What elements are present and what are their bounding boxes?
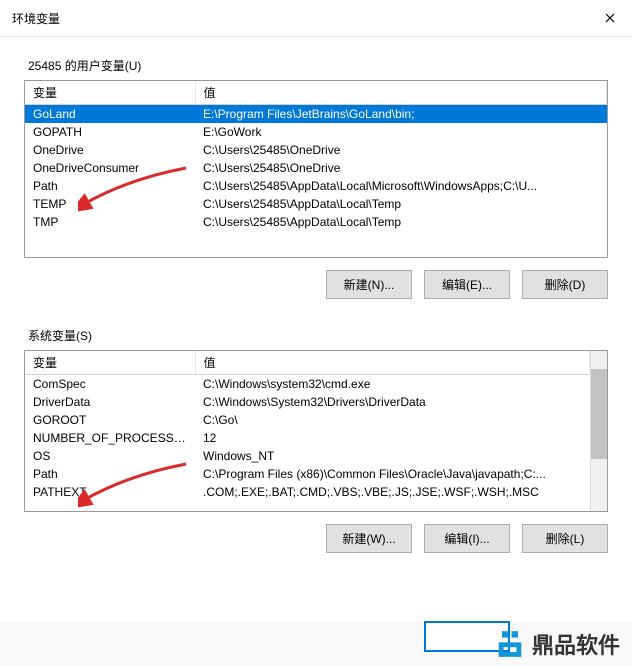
cell-val: C:\Windows\System32\Drivers\DriverData	[195, 393, 590, 411]
close-icon	[605, 13, 615, 23]
user-vars-buttons: 新建(N)... 编辑(E)... 删除(D)	[24, 270, 608, 299]
close-button[interactable]	[598, 6, 622, 30]
sys-vars-table[interactable]: 变量 值 ComSpecC:\Windows\system32\cmd.exeD…	[25, 351, 590, 501]
user-delete-button[interactable]: 删除(D)	[522, 270, 608, 299]
table-row[interactable]: ComSpecC:\Windows\system32\cmd.exe	[25, 375, 590, 394]
cell-var: TEMP	[25, 195, 195, 213]
cell-var: OS	[25, 447, 195, 465]
cell-val: E:\GoWork	[195, 123, 607, 141]
sys-vars-table-box: 变量 值 ComSpecC:\Windows\system32\cmd.exeD…	[24, 350, 608, 512]
user-edit-button[interactable]: 编辑(E)...	[424, 270, 510, 299]
user-header-val[interactable]: 值	[195, 81, 607, 105]
cell-val: C:\Users\25485\AppData\Local\Temp	[195, 195, 607, 213]
window-title: 环境变量	[12, 10, 60, 27]
cell-var: GOROOT	[25, 411, 195, 429]
cell-val: C:\Windows\system32\cmd.exe	[195, 375, 590, 394]
cell-var: OneDrive	[25, 141, 195, 159]
cell-var: OneDriveConsumer	[25, 159, 195, 177]
table-row[interactable]: DriverDataC:\Windows\System32\Drivers\Dr…	[25, 393, 590, 411]
cell-val: C:\Users\25485\OneDrive	[195, 141, 607, 159]
user-header-var[interactable]: 变量	[25, 81, 195, 105]
user-vars-table-box: 变量 值 GoLandE:\Program Files\JetBrains\Go…	[24, 80, 608, 258]
table-row[interactable]: PathC:\Users\25485\AppData\Local\Microso…	[25, 177, 607, 195]
table-row[interactable]: PATHEXT.COM;.EXE;.BAT;.CMD;.VBS;.VBE;.JS…	[25, 483, 590, 501]
table-row[interactable]: TEMPC:\Users\25485\AppData\Local\Temp	[25, 195, 607, 213]
table-row[interactable]: PathC:\Program Files (x86)\Common Files\…	[25, 465, 590, 483]
user-vars-table[interactable]: 变量 值 GoLandE:\Program Files\JetBrains\Go…	[25, 81, 607, 231]
sys-new-button[interactable]: 新建(W)...	[326, 524, 412, 553]
cell-val: C:\Go\	[195, 411, 590, 429]
table-row[interactable]: OSWindows_NT	[25, 447, 590, 465]
watermark-logo-icon	[494, 628, 526, 660]
cell-var: TMP	[25, 213, 195, 231]
cell-val: C:\Program Files (x86)\Common Files\Orac…	[195, 465, 590, 483]
sys-delete-button[interactable]: 删除(L)	[522, 524, 608, 553]
sys-vars-buttons: 新建(W)... 编辑(I)... 删除(L)	[24, 524, 608, 553]
cell-var: Path	[25, 177, 195, 195]
cell-val: C:\Users\25485\AppData\Local\Microsoft\W…	[195, 177, 607, 195]
table-row[interactable]: NUMBER_OF_PROCESSORS12	[25, 429, 590, 447]
cell-val: C:\Users\25485\OneDrive	[195, 159, 607, 177]
table-row[interactable]: GOROOTC:\Go\	[25, 411, 590, 429]
cell-var: DriverData	[25, 393, 195, 411]
sys-header-var[interactable]: 变量	[25, 351, 195, 375]
cell-val: C:\Users\25485\AppData\Local\Temp	[195, 213, 607, 231]
user-new-button[interactable]: 新建(N)...	[326, 270, 412, 299]
cell-var: PATHEXT	[25, 483, 195, 501]
sys-vars-label: 系统变量(S)	[24, 327, 608, 344]
cell-val: 12	[195, 429, 590, 447]
cell-val: E:\Program Files\JetBrains\GoLand\bin;	[195, 105, 607, 124]
dialog-content: 25485 的用户变量(U) 变量 值 GoLandE:\Program Fil…	[0, 37, 632, 573]
cell-var: ComSpec	[25, 375, 195, 394]
cell-var: Path	[25, 465, 195, 483]
titlebar: 环境变量	[0, 0, 632, 37]
cell-val: .COM;.EXE;.BAT;.CMD;.VBS;.VBE;.JS;.JSE;.…	[195, 483, 590, 501]
cell-var: GoLand	[25, 105, 195, 124]
sys-header-val[interactable]: 值	[195, 351, 590, 375]
table-row[interactable]: TMPC:\Users\25485\AppData\Local\Temp	[25, 213, 607, 231]
watermark: 鼎品软件	[494, 628, 620, 660]
sys-scrollbar-thumb[interactable]	[591, 369, 607, 459]
table-row[interactable]: OneDriveConsumerC:\Users\25485\OneDrive	[25, 159, 607, 177]
cell-var: GOPATH	[25, 123, 195, 141]
table-row[interactable]: GOPATHE:\GoWork	[25, 123, 607, 141]
watermark-text: 鼎品软件	[532, 628, 620, 660]
cell-var: NUMBER_OF_PROCESSORS	[25, 429, 195, 447]
table-row[interactable]: GoLandE:\Program Files\JetBrains\GoLand\…	[25, 105, 607, 124]
table-row[interactable]: OneDriveC:\Users\25485\OneDrive	[25, 141, 607, 159]
cell-val: Windows_NT	[195, 447, 590, 465]
sys-edit-button[interactable]: 编辑(I)...	[424, 524, 510, 553]
user-vars-label: 25485 的用户变量(U)	[24, 57, 608, 74]
sys-scrollbar[interactable]	[590, 351, 607, 511]
